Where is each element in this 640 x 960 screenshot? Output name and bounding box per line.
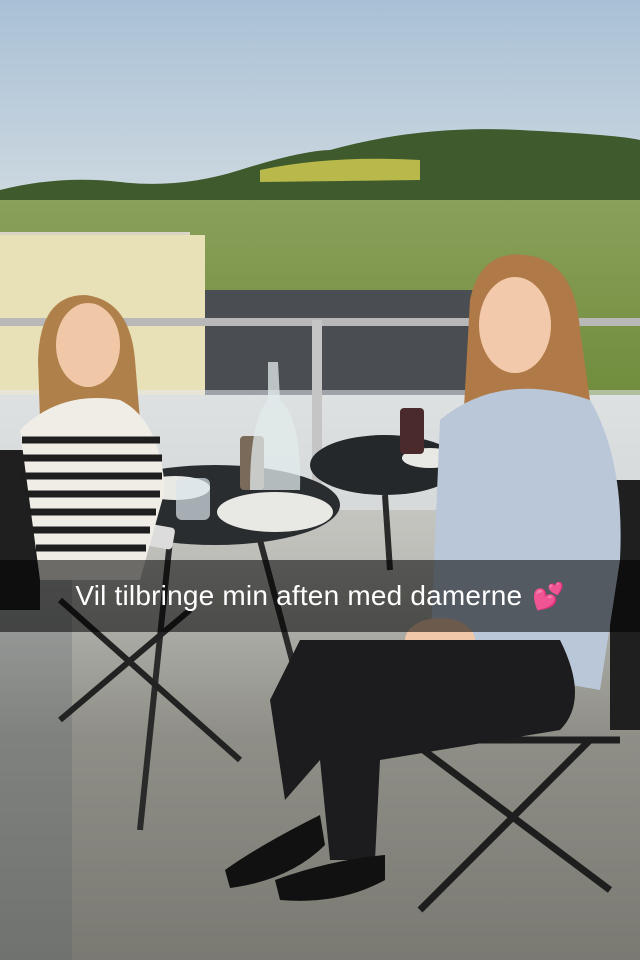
photo-scene bbox=[0, 254, 640, 960]
caption-bar: Vil tilbringe min aften med damerne 💕 bbox=[0, 560, 640, 632]
two-hearts-icon: 💕 bbox=[532, 580, 565, 611]
caption-text: Vil tilbringe min aften med damerne bbox=[75, 580, 523, 611]
left-woman bbox=[20, 295, 165, 580]
